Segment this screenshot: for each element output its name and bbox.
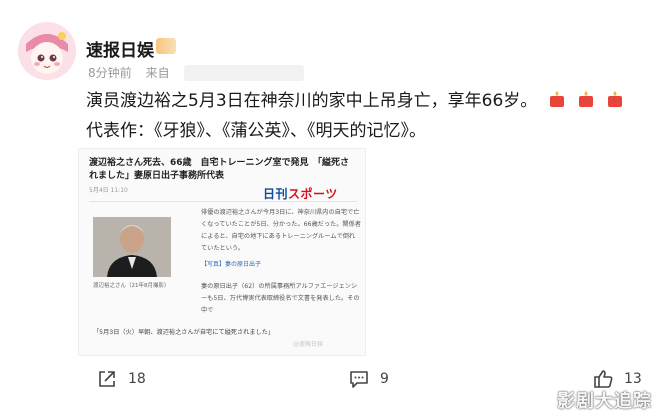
post-meta: 8分钟前 来自 [88, 64, 304, 81]
article-photo-link[interactable]: 【写真】妻の原日出子 [201, 259, 261, 268]
post-time: 8分钟前 [88, 66, 132, 80]
share-icon [99, 371, 115, 387]
article-dateline: 5月4日 11:10 [89, 187, 128, 194]
share-count: 18 [128, 371, 146, 387]
image-watermark: @速報日娱 [293, 341, 324, 348]
candle-icon [605, 88, 625, 107]
author-name[interactable]: 速报日娱 [86, 36, 154, 61]
comment-count: 9 [380, 371, 389, 387]
photo-caption: 渡辺裕之さん（21年8月撮影） [93, 283, 170, 289]
post-source-blurred [183, 64, 304, 81]
channel-watermark: 影剧大追踪 [557, 391, 652, 412]
post-line-2: 代表作：《牙狼》、《蒲公英》、《明天的记忆》。 [86, 121, 426, 141]
candle-icon [547, 88, 567, 107]
article-body: 俳優の渡辺裕之さんが今月3日に、神奈川県内の自宅で亡くなっていたことが5日、分か… [201, 209, 361, 252]
like-count: 13 [624, 371, 642, 387]
portrait-photo [93, 217, 171, 277]
article-image[interactable]: 渡辺裕之さん死去、66歳 自宅トレーニング室で発見 「縊死されました」妻原日出子… [78, 148, 366, 356]
comment-icon [350, 371, 368, 388]
post-source-label: 来自 [145, 66, 170, 80]
article-headline: 渡辺裕之さん死去、66歳 自宅トレーニング室で発見 「縊死されました」妻原日出子… [89, 158, 350, 181]
vip-badge-icon [156, 38, 176, 54]
article-body-2: 妻の原日出子（62）の所属事務所アルファエージェンシーも5日、万代博実代表取締役… [201, 283, 360, 314]
divider [89, 201, 357, 202]
post-text: 演员渡边裕之5月3日在神奈川的家中上吊身亡，享年66岁。 代表作：《牙狼》、《蒲… [86, 86, 646, 146]
post-line-1: 演员渡边裕之5月3日在神奈川的家中上吊身亡，享年66岁。 [86, 86, 646, 116]
candle-icon [576, 88, 596, 107]
share-button[interactable]: 18 [96, 368, 146, 390]
article-quote: 「5月3日（火）早朝、渡辺裕之さんが自宅にて縊死されました」 [93, 329, 275, 336]
nikkan-sports-logo: 日刊スポーツ [263, 187, 338, 201]
avatar[interactable] [18, 22, 76, 80]
comment-button[interactable]: 9 [348, 368, 389, 390]
